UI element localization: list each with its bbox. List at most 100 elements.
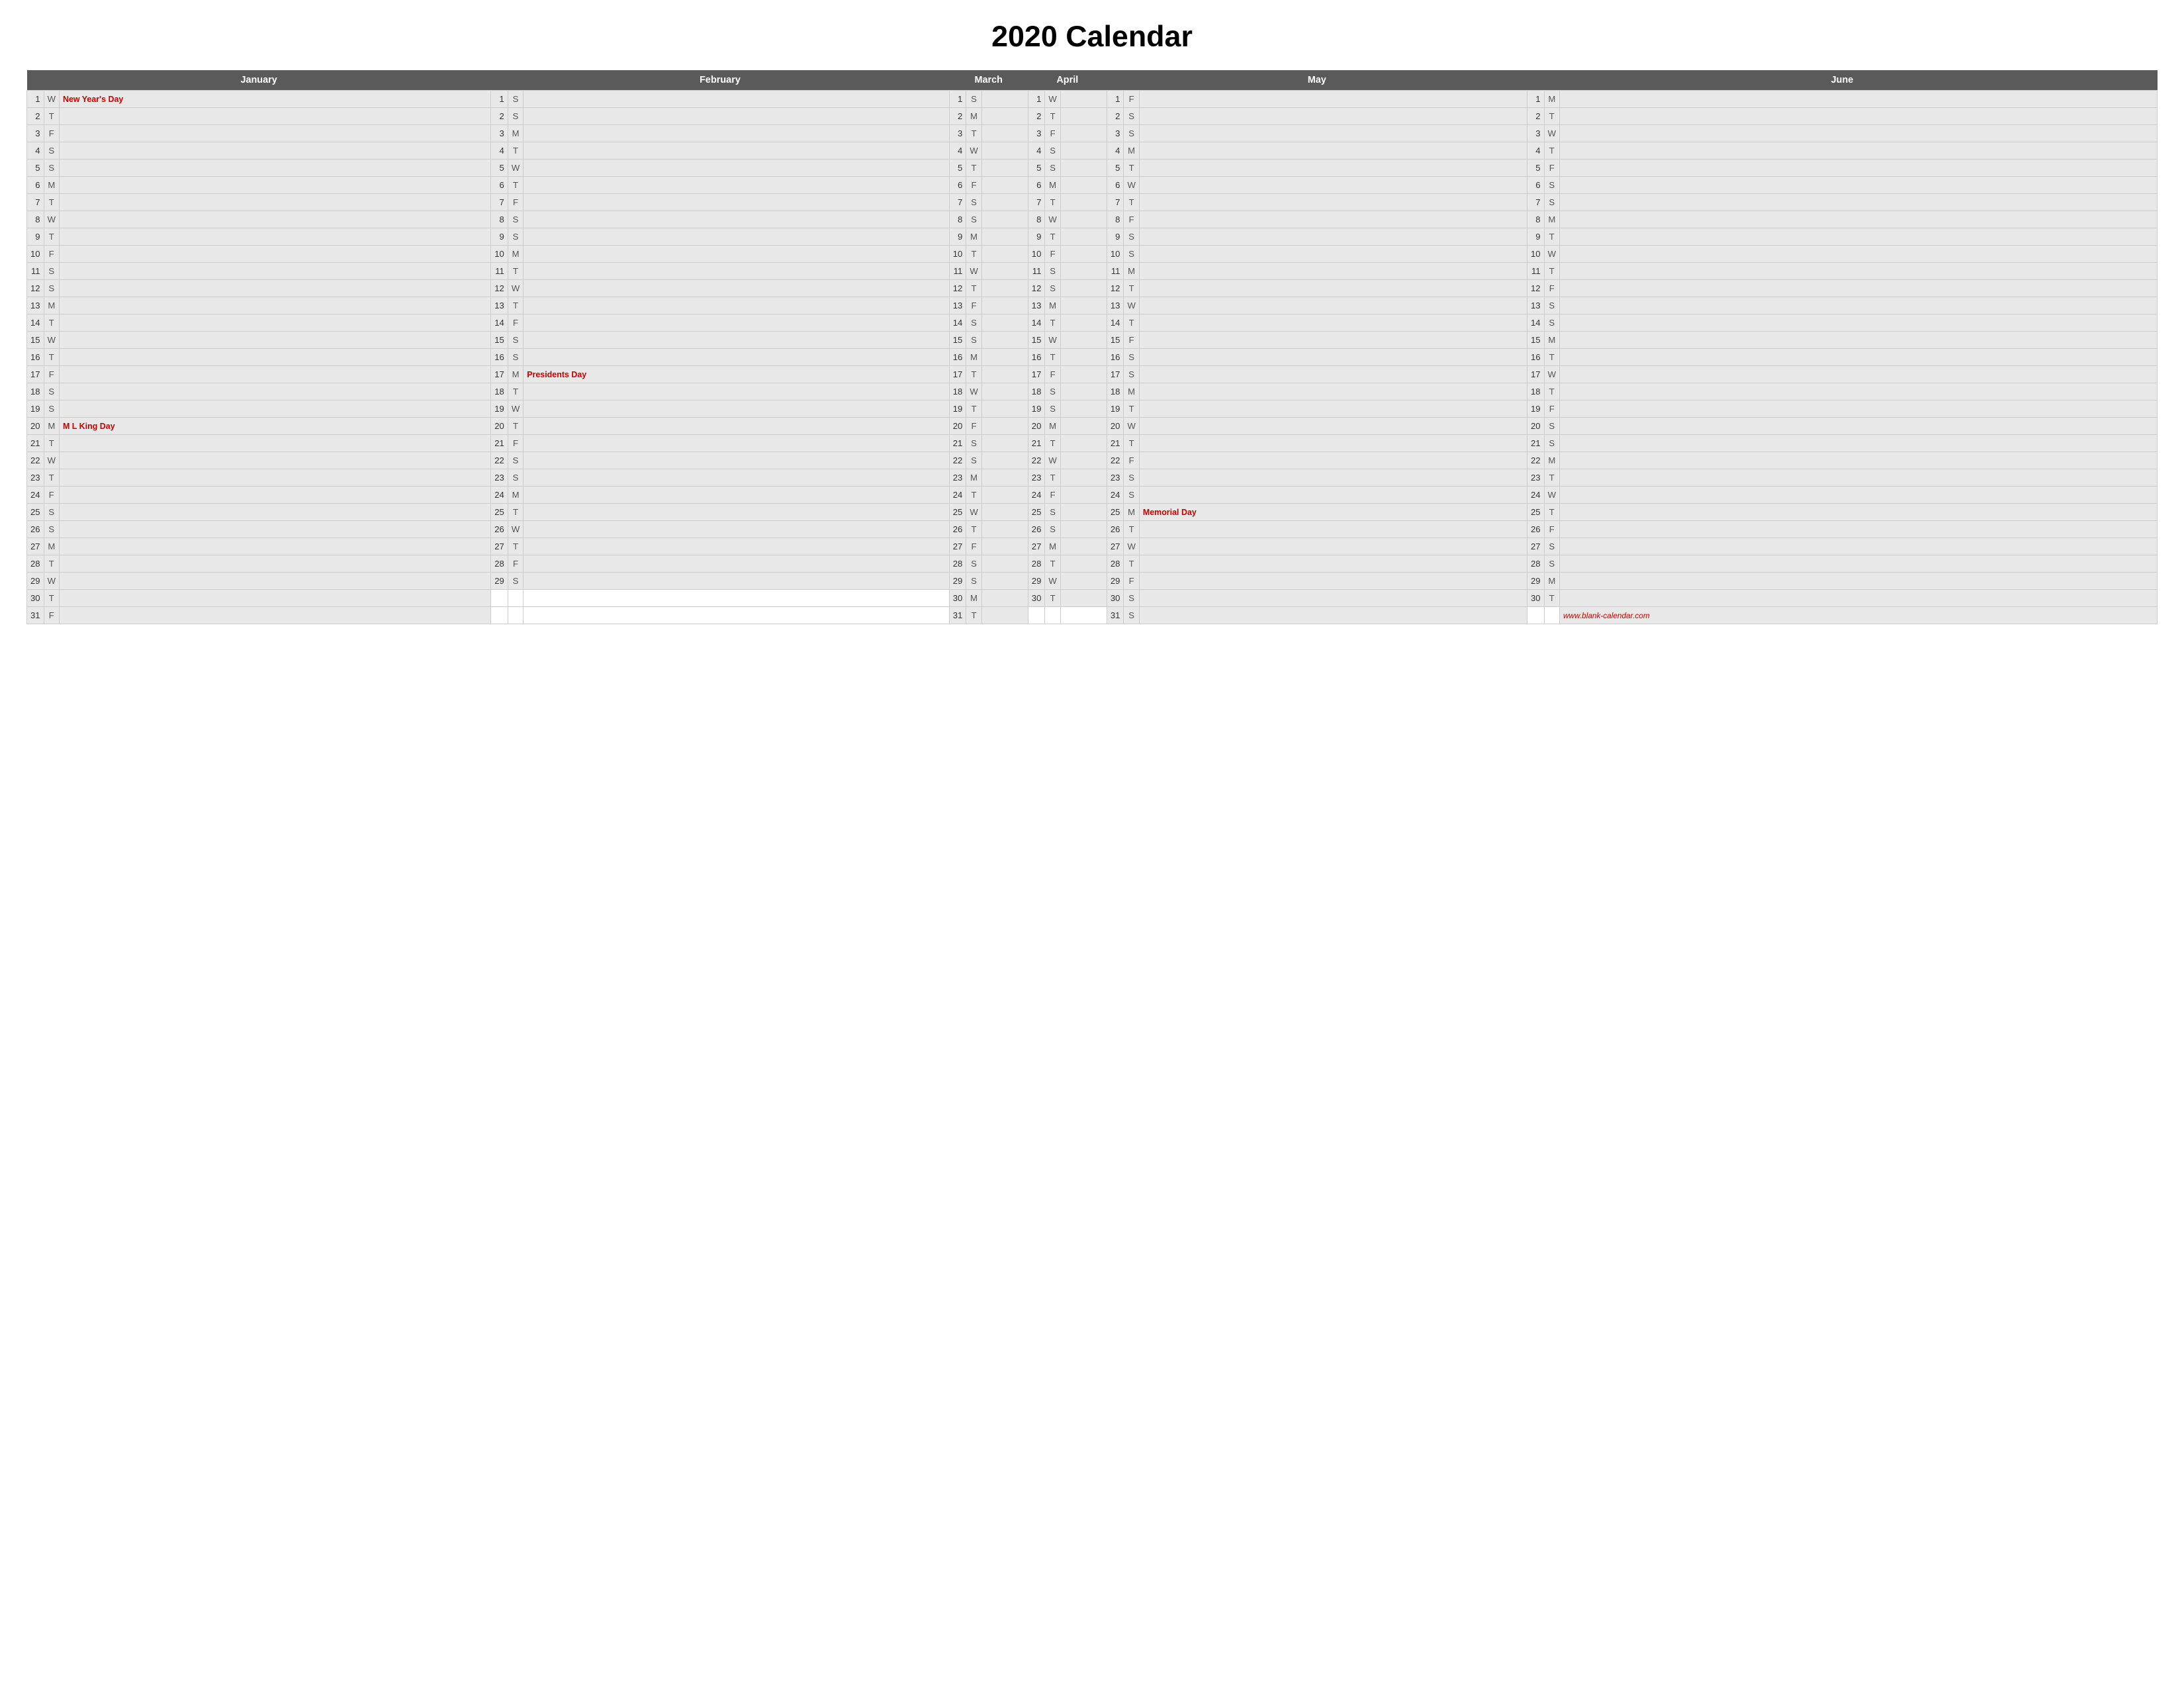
february-row1-num: 1 [491, 91, 508, 108]
february-row15-event [523, 332, 950, 349]
april-row4-day: S [1045, 142, 1060, 160]
may-row21-day: T [1124, 435, 1139, 452]
february-row13-event [523, 297, 950, 314]
april-row23-event [1060, 469, 1107, 487]
may-row13-event [1139, 297, 1527, 314]
march-row5-num: 5 [949, 160, 966, 177]
april-row22-event [1060, 452, 1107, 469]
march-row22-num: 22 [949, 452, 966, 469]
april-row19-event [1060, 400, 1107, 418]
march-row30-event [981, 590, 1028, 607]
february-row12-num: 12 [491, 280, 508, 297]
june-row6-day: S [1544, 177, 1559, 194]
june-row31-empty-num [1527, 607, 1545, 624]
april-row6-event [1060, 177, 1107, 194]
february-row18-event [523, 383, 950, 400]
april-row27-day: M [1045, 538, 1060, 555]
june-row15-event [1559, 332, 2157, 349]
april-row15-event [1060, 332, 1107, 349]
may-row6-day: W [1124, 177, 1139, 194]
january-row27-event [59, 538, 490, 555]
january-row7-event [59, 194, 490, 211]
february-row27-day: T [508, 538, 523, 555]
april-row13-event [1060, 297, 1107, 314]
may-row26-event [1139, 521, 1527, 538]
february-row23-day: S [508, 469, 523, 487]
april-row24-day: F [1045, 487, 1060, 504]
june-row4-day: T [1544, 142, 1559, 160]
january-row13-day: M [44, 297, 59, 314]
march-row1-day: S [966, 91, 981, 108]
may-row18-num: 18 [1107, 383, 1124, 400]
january-row3-num: 3 [27, 125, 44, 142]
march-row20-num: 20 [949, 418, 966, 435]
march-row11-day: W [966, 263, 981, 280]
website-link: www.blank-calendar.com [1559, 607, 2157, 624]
february-row21-num: 21 [491, 435, 508, 452]
june-row16-event [1559, 349, 2157, 366]
march-row6-num: 6 [949, 177, 966, 194]
march-row15-event [981, 332, 1028, 349]
february-row31-empty-event [523, 607, 950, 624]
january-row8-day: W [44, 211, 59, 228]
june-row12-num: 12 [1527, 280, 1545, 297]
april-row27-num: 27 [1028, 538, 1045, 555]
february-row22-num: 22 [491, 452, 508, 469]
march-row27-num: 27 [949, 538, 966, 555]
june-row24-event [1559, 487, 2157, 504]
may-row6-event [1139, 177, 1527, 194]
february-row14-day: F [508, 314, 523, 332]
february-row20-event [523, 418, 950, 435]
april-row11-day: S [1045, 263, 1060, 280]
february-row10-day: M [508, 246, 523, 263]
april-row2-num: 2 [1028, 108, 1045, 125]
june-row19-num: 19 [1527, 400, 1545, 418]
february-row21-day: F [508, 435, 523, 452]
january-row1-event: New Year's Day [59, 91, 490, 108]
february-row19-day: W [508, 400, 523, 418]
april-row11-num: 11 [1028, 263, 1045, 280]
april-row25-event [1060, 504, 1107, 521]
april-row14-event [1060, 314, 1107, 332]
february-row12-day: W [508, 280, 523, 297]
june-row18-event [1559, 383, 2157, 400]
may-row5-day: T [1124, 160, 1139, 177]
february-row26-num: 26 [491, 521, 508, 538]
march-row1-event [981, 91, 1028, 108]
march-row27-event [981, 538, 1028, 555]
may-row7-num: 7 [1107, 194, 1124, 211]
january-row19-num: 19 [27, 400, 44, 418]
february-row3-event [523, 125, 950, 142]
may-row11-num: 11 [1107, 263, 1124, 280]
june-row21-event [1559, 435, 2157, 452]
january-row29-day: W [44, 573, 59, 590]
january-row22-event [59, 452, 490, 469]
january-row21-num: 21 [27, 435, 44, 452]
march-row21-event [981, 435, 1028, 452]
june-row24-day: W [1544, 487, 1559, 504]
april-row31-empty-event [1060, 607, 1107, 624]
june-row2-num: 2 [1527, 108, 1545, 125]
march-row7-event [981, 194, 1028, 211]
april-row16-num: 16 [1028, 349, 1045, 366]
may-row3-event [1139, 125, 1527, 142]
march-row28-event [981, 555, 1028, 573]
february-row11-num: 11 [491, 263, 508, 280]
april-row4-event [1060, 142, 1107, 160]
may-row21-num: 21 [1107, 435, 1124, 452]
march-row9-num: 9 [949, 228, 966, 246]
april-row17-num: 17 [1028, 366, 1045, 383]
june-row30-num: 30 [1527, 590, 1545, 607]
june-row21-day: S [1544, 435, 1559, 452]
calendar-table: January February March April May June 1W… [26, 70, 2158, 624]
may-row5-num: 5 [1107, 160, 1124, 177]
february-row27-event [523, 538, 950, 555]
april-row8-day: W [1045, 211, 1060, 228]
february-row7-event [523, 194, 950, 211]
february-row4-event [523, 142, 950, 160]
june-row18-day: T [1544, 383, 1559, 400]
may-row3-day: S [1124, 125, 1139, 142]
april-row16-day: T [1045, 349, 1060, 366]
june-row9-num: 9 [1527, 228, 1545, 246]
january-row3-event [59, 125, 490, 142]
